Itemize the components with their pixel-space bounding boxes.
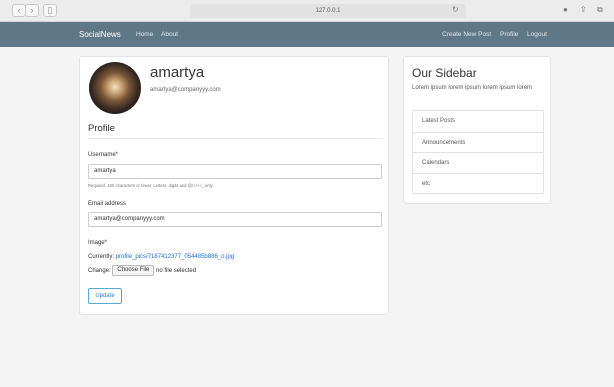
- username-input[interactable]: amartya: [88, 164, 382, 179]
- sidebar-list: Latest Posts Announcements Calendars etc: [412, 110, 544, 194]
- profile-username: amartya: [150, 64, 205, 81]
- currently-label: Currently:: [88, 254, 115, 260]
- browser-toolbar: ‹ › ▯ 127.0.0.1 ↻ ● ⇪ ⧉: [0, 0, 614, 22]
- update-button[interactable]: Update: [88, 288, 122, 304]
- sidebar-title: Our Sidebar: [412, 66, 477, 80]
- share-icon[interactable]: ⇪: [580, 5, 587, 14]
- divider: [88, 138, 382, 139]
- email-label: Email address: [88, 201, 127, 207]
- current-image: Currently: profile_pics/7187412377_05448…: [88, 254, 234, 260]
- change-image: Change: Choose File no file selected: [88, 265, 196, 276]
- back-icon[interactable]: ‹: [12, 4, 26, 17]
- forward-icon[interactable]: ›: [25, 4, 39, 17]
- sidebar-item-announcements[interactable]: Announcements: [413, 131, 543, 153]
- brand-link[interactable]: SocialNews: [79, 30, 121, 39]
- sidebar-description: Lorem ipsum lorem ipsum lorem ipsum lore…: [412, 85, 533, 91]
- tabs-icon[interactable]: ⧉: [597, 5, 603, 15]
- choose-file-button[interactable]: Choose File: [112, 265, 155, 276]
- reload-icon[interactable]: ↻: [452, 5, 459, 14]
- image-label: Image*: [88, 240, 108, 246]
- profile-card: amartya amartya@companyyy.com Profile Us…: [79, 56, 389, 315]
- sidebar-item-etc[interactable]: etc: [413, 172, 543, 194]
- username-label: Username*: [88, 152, 119, 158]
- sidebar-item-latest-posts[interactable]: Latest Posts: [413, 111, 543, 132]
- email-input[interactable]: amartya@companyyy.com: [88, 212, 382, 227]
- nav-logout[interactable]: Logout: [527, 31, 547, 38]
- section-title: Profile: [88, 123, 115, 134]
- address-bar[interactable]: 127.0.0.1: [190, 4, 466, 18]
- current-image-link[interactable]: profile_pics/7187412377_054485b886_o.jpg: [116, 254, 234, 260]
- change-label: Change:: [88, 268, 111, 275]
- no-file-text: no file selected: [156, 268, 197, 275]
- nav-home[interactable]: Home: [136, 31, 153, 38]
- avatar: [89, 62, 141, 114]
- app-navbar: SocialNews Home About Create New Post Pr…: [0, 22, 614, 47]
- nav-about[interactable]: About: [161, 31, 178, 38]
- sidebar-item-calendars[interactable]: Calendars: [413, 152, 543, 173]
- nav-create-post[interactable]: Create New Post: [442, 31, 491, 38]
- username-help-text: Required. 150 characters or fewer. Lette…: [88, 183, 214, 188]
- profile-email: amartya@companyyy.com: [150, 87, 221, 93]
- nav-profile[interactable]: Profile: [500, 31, 518, 38]
- privacy-icon[interactable]: ●: [563, 5, 568, 14]
- sidebar-card: Our Sidebar Lorem ipsum lorem ipsum lore…: [403, 56, 551, 204]
- sidebar-toggle-icon[interactable]: ▯: [43, 4, 57, 17]
